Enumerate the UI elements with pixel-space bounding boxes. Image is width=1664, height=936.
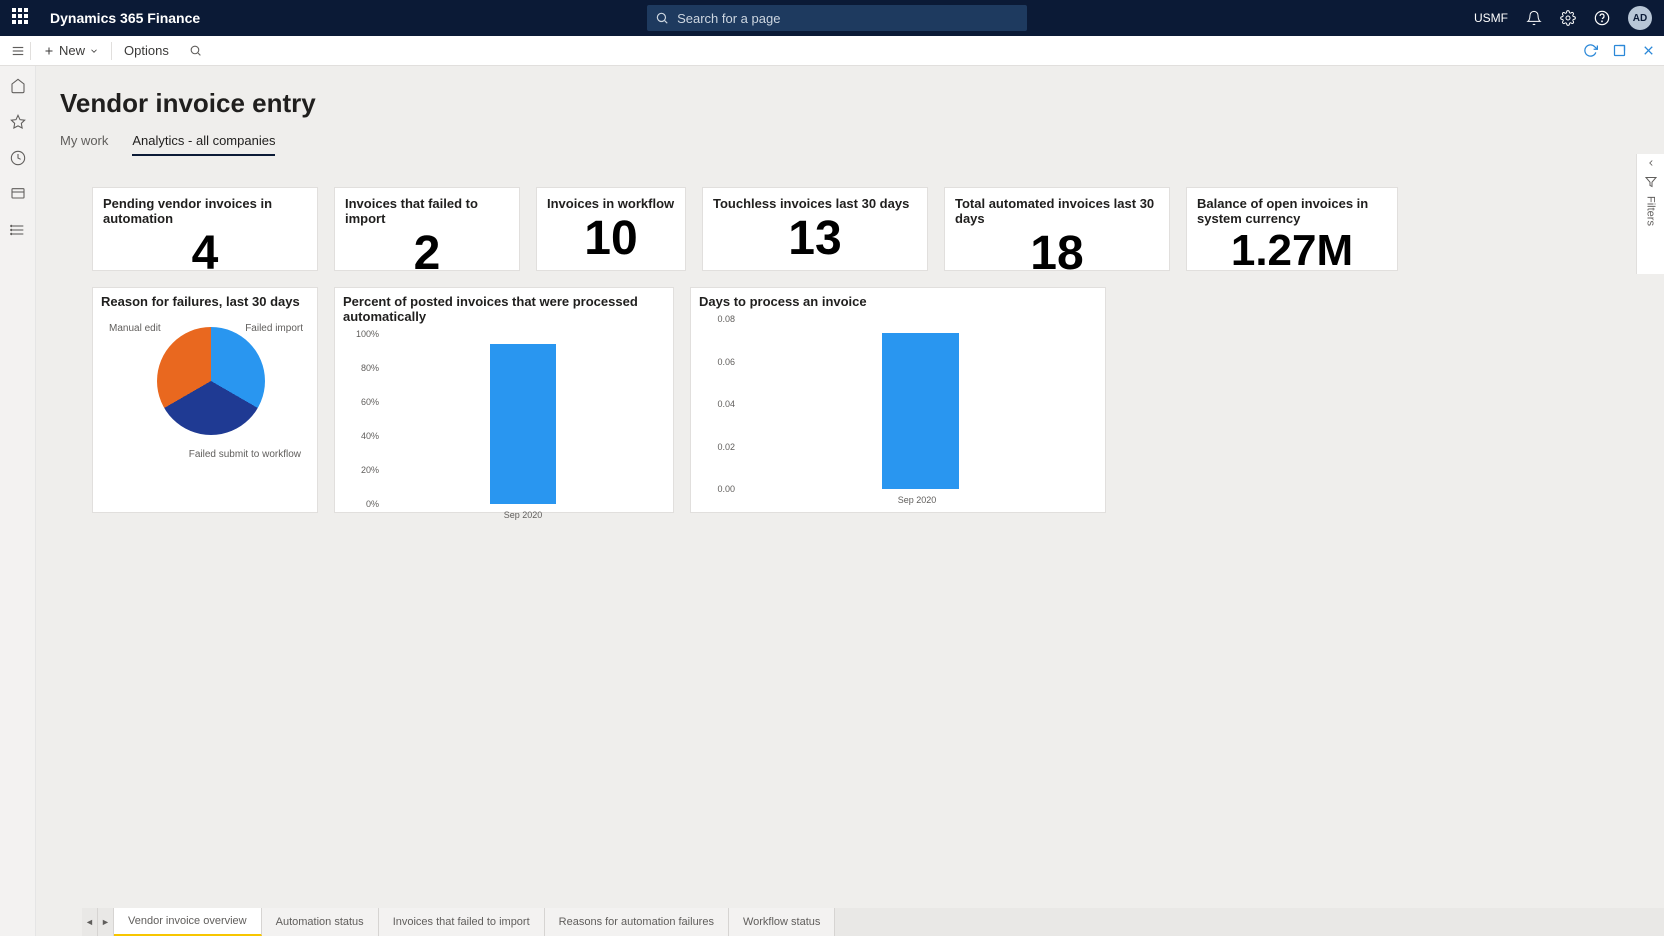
close-icon[interactable] [1641,43,1656,58]
chart-failure-reasons[interactable]: Reason for failures, last 30 days Manual… [92,287,318,513]
report-tab-automation-status[interactable]: Automation status [262,908,379,936]
app-launcher-icon[interactable] [12,8,32,28]
new-button[interactable]: New [33,36,109,65]
refresh-icon[interactable] [1583,43,1598,58]
kpi-total-automated[interactable]: Total automated invoices last 30 days 18 [944,187,1170,271]
report-tab-next[interactable]: ► [98,908,114,936]
company-code[interactable]: USMF [1474,11,1508,25]
tab-my-work[interactable]: My work [60,133,108,156]
plus-icon [43,45,55,57]
command-bar: New Options [0,36,1664,66]
pie-label-failed-submit: Failed submit to workflow [189,449,301,460]
notification-icon[interactable] [1526,10,1542,26]
kpi-touchless[interactable]: Touchless invoices last 30 days 13 [702,187,928,271]
bar [882,333,959,489]
global-search[interactable]: Search for a page [647,5,1027,31]
chart-days-to-process[interactable]: Days to process an invoice 0.08 0.06 0.0… [690,287,1106,513]
page-title: Vendor invoice entry [60,88,1640,119]
kpi-open-balance[interactable]: Balance of open invoices in system curre… [1186,187,1398,271]
search-placeholder: Search for a page [677,11,780,26]
search-icon [655,11,669,25]
page-search-button[interactable] [179,36,212,65]
page-tabs: My work Analytics - all companies [60,133,1640,157]
user-avatar[interactable]: AD [1628,6,1652,30]
report-tabs: ◄ ► Vendor invoice overview Automation s… [82,908,1664,936]
modules-icon[interactable] [10,222,26,238]
tab-analytics[interactable]: Analytics - all companies [132,133,275,156]
report-tab-workflow-status[interactable]: Workflow status [729,908,835,936]
global-header: Dynamics 365 Finance Search for a page U… [0,0,1664,36]
options-button[interactable]: Options [114,36,179,65]
left-navigation-rail [0,66,36,936]
filters-pane-toggle[interactable]: Filters [1636,154,1664,274]
help-icon[interactable] [1594,10,1610,26]
star-icon[interactable] [10,114,26,130]
chart-percent-automated[interactable]: Percent of posted invoices that were pro… [334,287,674,513]
kpi-row: Pending vendor invoices in automation 4 … [92,187,1624,271]
home-icon[interactable] [10,78,26,94]
report-tab-prev[interactable]: ◄ [82,908,98,936]
report-tab-overview[interactable]: Vendor invoice overview [114,908,262,936]
popout-icon[interactable] [1612,43,1627,58]
pie-chart [157,327,265,435]
search-icon [189,44,202,57]
kpi-failed-import[interactable]: Invoices that failed to import 2 [334,187,520,271]
workspace-main: Vendor invoice entry My work Analytics -… [36,66,1664,936]
report-tab-failed-import[interactable]: Invoices that failed to import [379,908,545,936]
workspace-icon[interactable] [10,186,26,202]
filter-icon [1645,176,1657,188]
product-name: Dynamics 365 Finance [50,10,200,26]
report-tab-failure-reasons[interactable]: Reasons for automation failures [545,908,729,936]
chevron-left-icon [1646,158,1656,168]
chevron-down-icon [89,46,99,56]
chart-row: Reason for failures, last 30 days Manual… [92,287,1624,513]
pie-label-manual: Manual edit [109,323,161,334]
settings-icon[interactable] [1560,10,1576,26]
kpi-pending-automation[interactable]: Pending vendor invoices in automation 4 [92,187,318,271]
bar1-xlabel: Sep 2020 [387,510,659,520]
kpi-in-workflow[interactable]: Invoices in workflow 10 [536,187,686,271]
pie-label-failed-import: Failed import [245,323,303,334]
bar2-xlabel: Sep 2020 [743,495,1091,505]
recent-icon[interactable] [10,150,26,166]
bar [490,344,555,504]
nav-toggle-icon[interactable] [8,44,28,58]
